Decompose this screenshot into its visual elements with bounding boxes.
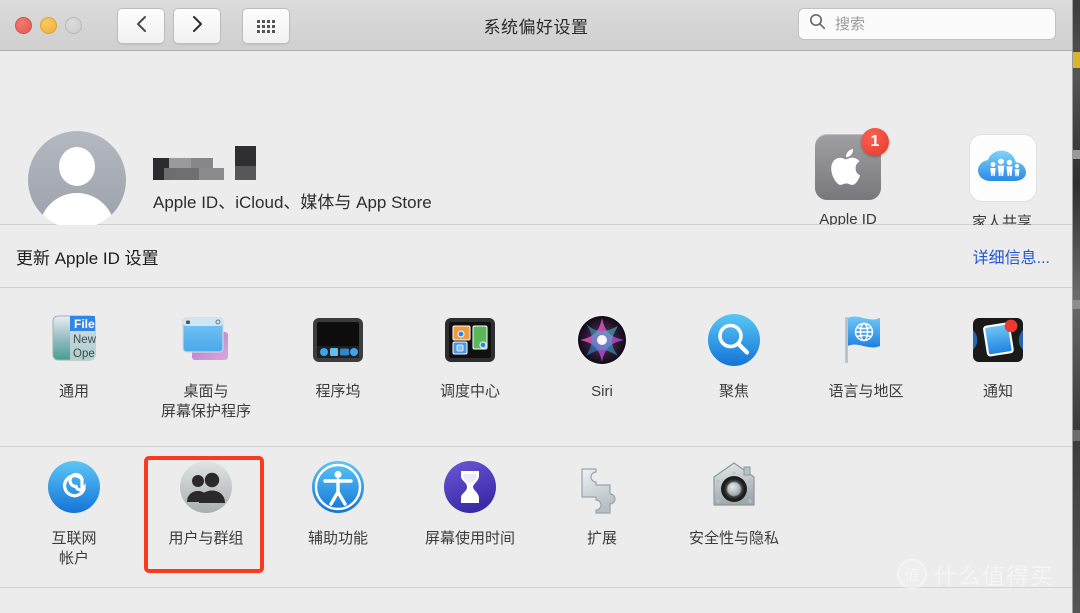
apple-id-notification-badge: 1	[861, 128, 889, 156]
preference-row-1: File New Ope 通用 桌面与 屏幕保护程序 程序坞 调度中心 Siri…	[0, 300, 1072, 446]
user-avatar-icon[interactable]	[28, 131, 126, 229]
search-field[interactable]	[798, 8, 1056, 40]
mission-control-icon	[440, 310, 500, 370]
pref-label: 通知	[982, 383, 1013, 400]
apple-id-banner[interactable]: Apple ID、iCloud、媒体与 App Store 1 Apple ID	[0, 51, 1072, 231]
account-name-redacted	[153, 146, 432, 180]
pref-item-extensions[interactable]: 扩展	[536, 447, 668, 587]
family-sharing-tile[interactable]: 家人共享	[954, 134, 1050, 232]
update-banner-message: 更新 Apple ID 设置	[16, 248, 159, 268]
pref-item-siri[interactable]: Siri	[536, 300, 668, 446]
general-icon: File New Ope	[44, 310, 104, 370]
search-input[interactable]	[833, 14, 1037, 34]
pref-label: 扩展	[586, 530, 617, 547]
svg-text:New: New	[73, 334, 97, 346]
pref-label: 语言与地区	[828, 383, 904, 400]
pref-item-internet-accounts[interactable]: 互联网 帐户	[8, 447, 140, 587]
account-tiles: 1 Apple ID 家人共享	[800, 128, 1050, 232]
pref-label: 辅助功能	[307, 530, 368, 547]
siri-icon	[572, 310, 632, 370]
pref-label: 程序坞	[315, 383, 361, 400]
pref-item-language-region[interactable]: 语言与地区	[800, 300, 932, 446]
watermark-logo: 值	[897, 559, 927, 589]
pref-label: 互联网	[51, 530, 97, 547]
pref-label: 屏幕使用时间	[424, 530, 515, 547]
pref-label: 安全性与隐私	[688, 530, 779, 547]
pref-item-dock[interactable]: 程序坞	[272, 300, 404, 446]
pref-item-mission-control[interactable]: 调度中心	[404, 300, 536, 446]
mosaic-block-3	[235, 146, 256, 180]
apple-id-tile[interactable]: 1 Apple ID	[800, 128, 896, 232]
pref-label: 用户与群组	[168, 530, 244, 547]
pref-item-notifications[interactable]: 通知	[932, 300, 1064, 446]
search-icon	[809, 13, 826, 35]
account-text-block: Apple ID、iCloud、媒体与 App Store	[153, 146, 432, 213]
language-region-icon	[836, 310, 896, 370]
svg-text:Ope: Ope	[73, 348, 95, 360]
watermark-text: 什么值得买	[934, 563, 1054, 589]
pref-item-spotlight[interactable]: 聚焦	[668, 300, 800, 446]
family-sharing-cloud-icon	[969, 134, 1037, 202]
pref-label-line2: 屏幕保护程序	[160, 403, 251, 420]
mosaic-block-2	[164, 168, 224, 180]
svg-text:File: File	[74, 317, 95, 331]
pref-label: 调度中心	[439, 383, 500, 400]
users-groups-icon	[176, 457, 236, 517]
pref-item-accessibility[interactable]: 辅助功能	[272, 447, 404, 587]
screen-time-icon	[440, 457, 500, 517]
screen: 系统偏好设置 搜索 Apple ID、iCloud、媒体与 App Store …	[0, 0, 1080, 613]
pref-item-users-groups[interactable]: 用户与群组	[140, 447, 272, 587]
extensions-icon	[572, 457, 632, 517]
security-privacy-icon	[704, 457, 764, 517]
pref-item-screen-time[interactable]: 屏幕使用时间	[404, 447, 536, 587]
pref-item-security-privacy[interactable]: 安全性与隐私	[668, 447, 800, 587]
pref-label-line2: 帐户	[58, 550, 89, 567]
pref-label: 聚焦	[718, 383, 749, 400]
spotlight-icon	[704, 310, 764, 370]
watermark: 值 什么值得买	[897, 557, 1054, 591]
window-toolbar: 系统偏好设置	[0, 0, 1072, 51]
pref-label: 桌面与	[183, 383, 229, 400]
notifications-icon	[968, 310, 1028, 370]
accessibility-icon	[308, 457, 368, 517]
update-details-link[interactable]: 详细信息...	[973, 244, 1050, 268]
desktop-screensaver-icon	[176, 310, 236, 370]
pref-item-desktop-screensaver[interactable]: 桌面与 屏幕保护程序	[140, 300, 272, 446]
system-preferences-window: 系统偏好设置 搜索 Apple ID、iCloud、媒体与 App Store …	[0, 0, 1073, 613]
pref-item-general[interactable]: File New Ope 通用	[8, 300, 140, 446]
pref-label: Siri	[591, 383, 613, 400]
apple-id-update-banner: 更新 Apple ID 设置 详细信息...	[0, 225, 1072, 288]
dock-icon	[308, 310, 368, 370]
pref-label: 通用	[58, 383, 89, 400]
account-subtitle: Apple ID、iCloud、媒体与 App Store	[153, 193, 432, 212]
internet-accounts-icon	[44, 457, 104, 517]
